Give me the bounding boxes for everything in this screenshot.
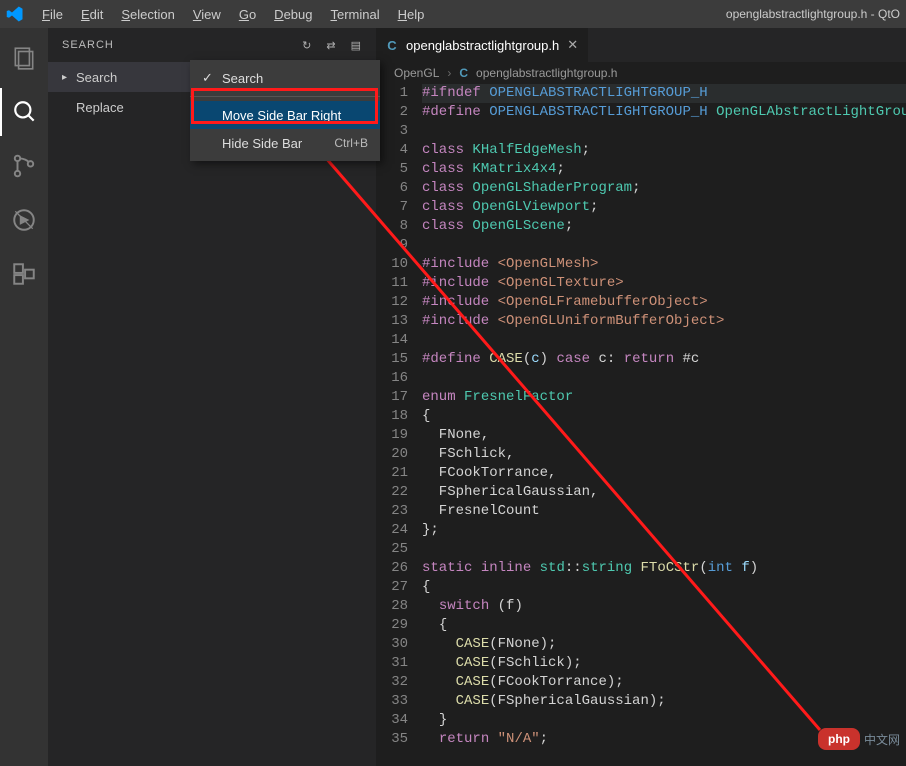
menu-file[interactable]: File [34,4,71,25]
activity-bar [0,28,48,766]
explorer-icon[interactable] [0,34,48,82]
breadcrumb[interactable]: OpenGL › C openglabstractlightgroup.h [376,62,906,84]
clear-icon[interactable]: ⇄ [326,39,336,52]
menu-help[interactable]: Help [390,4,433,25]
titlebar: File Edit Selection View Go Debug Termin… [0,0,906,28]
tab-openglabstractlightgroup[interactable]: C openglabstractlightgroup.h ✕ [376,28,589,62]
replace-row-label: Replace [76,100,124,115]
sidebar-context-menu: ✓Search Move Side Bar Right Hide Side Ba… [190,60,380,161]
window-title: openglabstractlightgroup.h - QtO [726,7,900,21]
watermark-text: 中文网 [864,731,900,748]
context-menu-separator [190,96,380,97]
menubar: File Edit Selection View Go Debug Termin… [34,4,432,25]
search-row-label: Search [76,70,117,85]
ctx-item-hide-sidebar[interactable]: Hide Side Bar Ctrl+B [190,129,380,157]
breadcrumb-folder[interactable]: OpenGL [394,66,439,80]
vscode-logo-icon [6,5,24,23]
watermark: php 中文网 [818,728,900,750]
menu-selection[interactable]: Selection [113,4,182,25]
breadcrumb-file[interactable]: openglabstractlightgroup.h [476,66,617,80]
sidebar-header: SEARCH ↻ ⇄ ▤ [48,28,376,62]
chevron-right-icon: ▸ [62,72,76,83]
menu-debug[interactable]: Debug [266,4,320,25]
check-icon: ✓ [202,70,214,86]
refresh-icon[interactable]: ↻ [302,39,312,52]
line-gutter: 1234567891011121314151617181920212223242… [376,84,422,766]
sidebar-title: SEARCH [62,39,114,51]
watermark-brand: php [818,728,860,750]
menu-terminal[interactable]: Terminal [322,4,387,25]
ctx-item-search[interactable]: ✓Search [190,64,380,92]
editor-area: C openglabstractlightgroup.h ✕ OpenGL › … [376,28,906,766]
ctx-item-move-sidebar-right[interactable]: Move Side Bar Right [190,101,380,129]
chevron-right-icon: › [447,66,451,80]
debug-icon[interactable] [0,196,48,244]
extensions-icon[interactable] [0,250,48,298]
tab-label: openglabstractlightgroup.h [406,38,559,53]
source-control-icon[interactable] [0,142,48,190]
menu-go[interactable]: Go [231,4,264,25]
code-editor[interactable]: 1234567891011121314151617181920212223242… [376,84,906,766]
search-icon[interactable] [0,88,48,136]
menu-edit[interactable]: Edit [73,4,111,25]
keybinding: Ctrl+B [334,136,368,150]
code-content[interactable]: #ifndef OPENGLABSTRACTLIGHTGROUP_H#defin… [422,84,906,766]
close-icon[interactable]: ✕ [567,37,578,53]
c-file-icon: C [459,66,468,80]
collapse-icon[interactable]: ▤ [351,39,362,52]
tabs: C openglabstractlightgroup.h ✕ [376,28,906,62]
c-file-icon: C [386,38,398,53]
menu-view[interactable]: View [185,4,229,25]
